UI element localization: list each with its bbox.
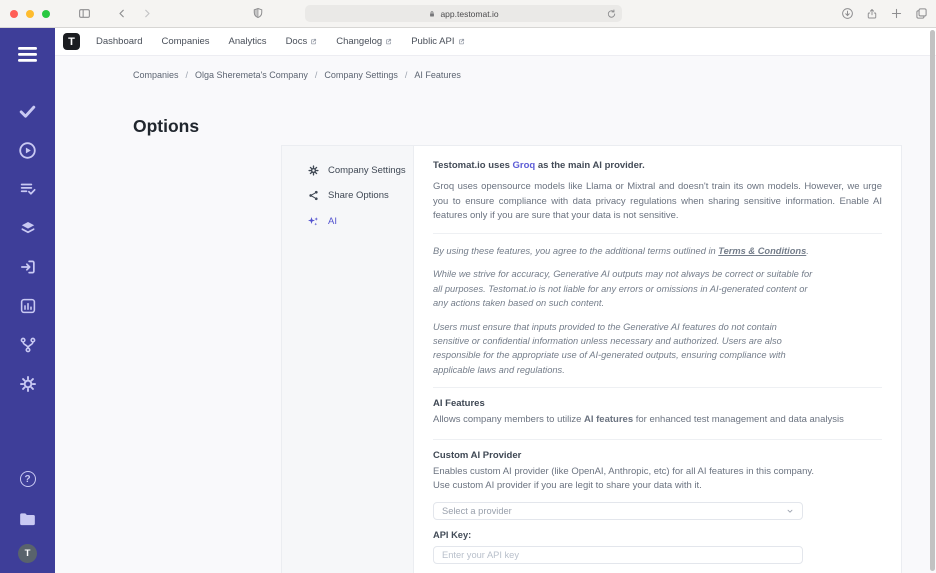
breadcrumb-company[interactable]: Olga Sheremeta's Company	[195, 70, 308, 80]
forward-icon[interactable]	[141, 7, 153, 20]
provider-description: Groq uses opensource models like Llama o…	[433, 180, 882, 223]
top-navigation: T Dashboard Companies Analytics Docs Cha…	[55, 28, 936, 56]
reload-icon[interactable]	[606, 8, 617, 20]
divider	[433, 387, 882, 388]
settings-panel: Company Settings Share Options	[281, 145, 902, 573]
accuracy-disclaimer: While we strive for accuracy, Generative…	[433, 267, 815, 310]
external-link-icon	[385, 38, 392, 45]
nav-item-companies[interactable]: Companies	[161, 36, 209, 47]
ai-features-title: AI Features	[433, 398, 882, 409]
groq-link[interactable]: Groq	[513, 160, 536, 171]
scrollbar-thumb[interactable]	[930, 30, 935, 571]
analytics-icon[interactable]	[15, 293, 41, 319]
zoom-window-button[interactable]	[42, 10, 50, 18]
help-icon[interactable]: ?	[15, 466, 41, 492]
user-avatar[interactable]: T	[18, 544, 37, 563]
window-scrollbar	[930, 30, 935, 571]
url-bar[interactable]: app.testomat.io	[305, 5, 622, 22]
branch-icon[interactable]	[15, 332, 41, 358]
breadcrumb-separator: /	[405, 70, 408, 80]
app-window: app.testomat.io	[0, 0, 936, 573]
minimize-window-button[interactable]	[26, 10, 34, 18]
breadcrumb-separator: /	[186, 70, 189, 80]
settings-gear-icon[interactable]	[15, 371, 41, 397]
page-title: Options	[133, 116, 936, 137]
chrome-toolbar-right	[841, 7, 928, 21]
menu-item-ai[interactable]: AI	[282, 208, 413, 234]
projects-folder-icon[interactable]	[15, 505, 41, 531]
custom-provider-description: Enables custom AI provider (like OpenAI,…	[433, 465, 882, 493]
menu-item-label: AI	[328, 216, 337, 227]
new-tab-icon[interactable]	[890, 7, 903, 21]
breadcrumb: Companies / Olga Sheremeta's Company / C…	[55, 56, 936, 80]
browser-chrome: app.testomat.io	[0, 0, 936, 28]
ai-features-description: Allows company members to utilize AI fea…	[433, 413, 882, 427]
menu-icon[interactable]	[15, 41, 41, 67]
nav-item-public-api[interactable]: Public API	[411, 36, 464, 47]
close-window-button[interactable]	[10, 10, 18, 18]
custom-provider-form: Select a provider API Key: Model: Max To…	[433, 502, 803, 573]
breadcrumb-separator: /	[315, 70, 318, 80]
external-link-icon	[458, 38, 465, 45]
divider	[433, 439, 882, 440]
main-column: T Dashboard Companies Analytics Docs Cha…	[55, 28, 936, 573]
play-circle-icon[interactable]	[15, 137, 41, 163]
app-body: ? T T Dashboard Companies Analytics Docs…	[0, 28, 936, 573]
ai-settings-content: Testomat.io uses Groq as the main AI pro…	[414, 146, 901, 573]
menu-item-share-options[interactable]: Share Options	[282, 183, 413, 208]
privacy-shield-icon[interactable]	[252, 6, 264, 20]
tab-overview-icon[interactable]	[915, 7, 928, 21]
url-text: app.testomat.io	[440, 9, 498, 19]
provider-select-value: Select a provider	[442, 506, 512, 516]
downloads-icon[interactable]	[841, 7, 854, 21]
nav-item-dashboard[interactable]: Dashboard	[96, 36, 142, 47]
import-icon[interactable]	[15, 254, 41, 280]
provider-select[interactable]: Select a provider	[433, 502, 803, 520]
app-sidebar: ? T	[0, 28, 55, 573]
page-content: Companies / Olga Sheremeta's Company / C…	[55, 56, 936, 573]
chevron-down-icon	[786, 507, 794, 515]
sidebar-toggle-icon[interactable]	[78, 7, 91, 20]
testomat-logo[interactable]: T	[63, 33, 80, 50]
external-link-icon	[310, 38, 317, 45]
nav-item-analytics[interactable]: Analytics	[229, 36, 267, 47]
menu-item-company-settings[interactable]: Company Settings	[282, 158, 413, 183]
nav-item-changelog[interactable]: Changelog	[336, 36, 392, 47]
share-icon	[307, 190, 319, 201]
divider	[433, 233, 882, 234]
terms-conditions-link[interactable]: Terms & Conditions	[718, 246, 806, 256]
provider-intro: Testomat.io uses Groq as the main AI pro…	[433, 159, 882, 172]
nav-item-docs[interactable]: Docs	[286, 36, 318, 47]
gear-icon	[307, 165, 319, 176]
terms-note: By using these features, you agree to th…	[433, 244, 815, 258]
custom-provider-title: Custom AI Provider	[433, 450, 882, 461]
check-icon[interactable]	[15, 98, 41, 124]
api-key-input[interactable]	[433, 546, 803, 564]
breadcrumb-ai-features: AI Features	[414, 70, 461, 80]
breadcrumb-company-settings[interactable]: Company Settings	[324, 70, 398, 80]
api-key-label: API Key:	[433, 530, 803, 540]
breadcrumb-companies[interactable]: Companies	[133, 70, 179, 80]
traffic-lights	[10, 10, 50, 18]
menu-item-label: Share Options	[328, 190, 389, 201]
inputs-disclaimer: Users must ensure that inputs provided t…	[433, 320, 815, 378]
share-icon[interactable]	[866, 7, 878, 21]
test-runs-icon[interactable]	[15, 176, 41, 202]
settings-menu: Company Settings Share Options	[282, 146, 414, 573]
back-icon[interactable]	[116, 7, 128, 20]
layers-icon[interactable]	[15, 215, 41, 241]
menu-item-label: Company Settings	[328, 165, 406, 176]
lock-icon	[428, 9, 436, 19]
sparkles-icon	[307, 215, 319, 227]
